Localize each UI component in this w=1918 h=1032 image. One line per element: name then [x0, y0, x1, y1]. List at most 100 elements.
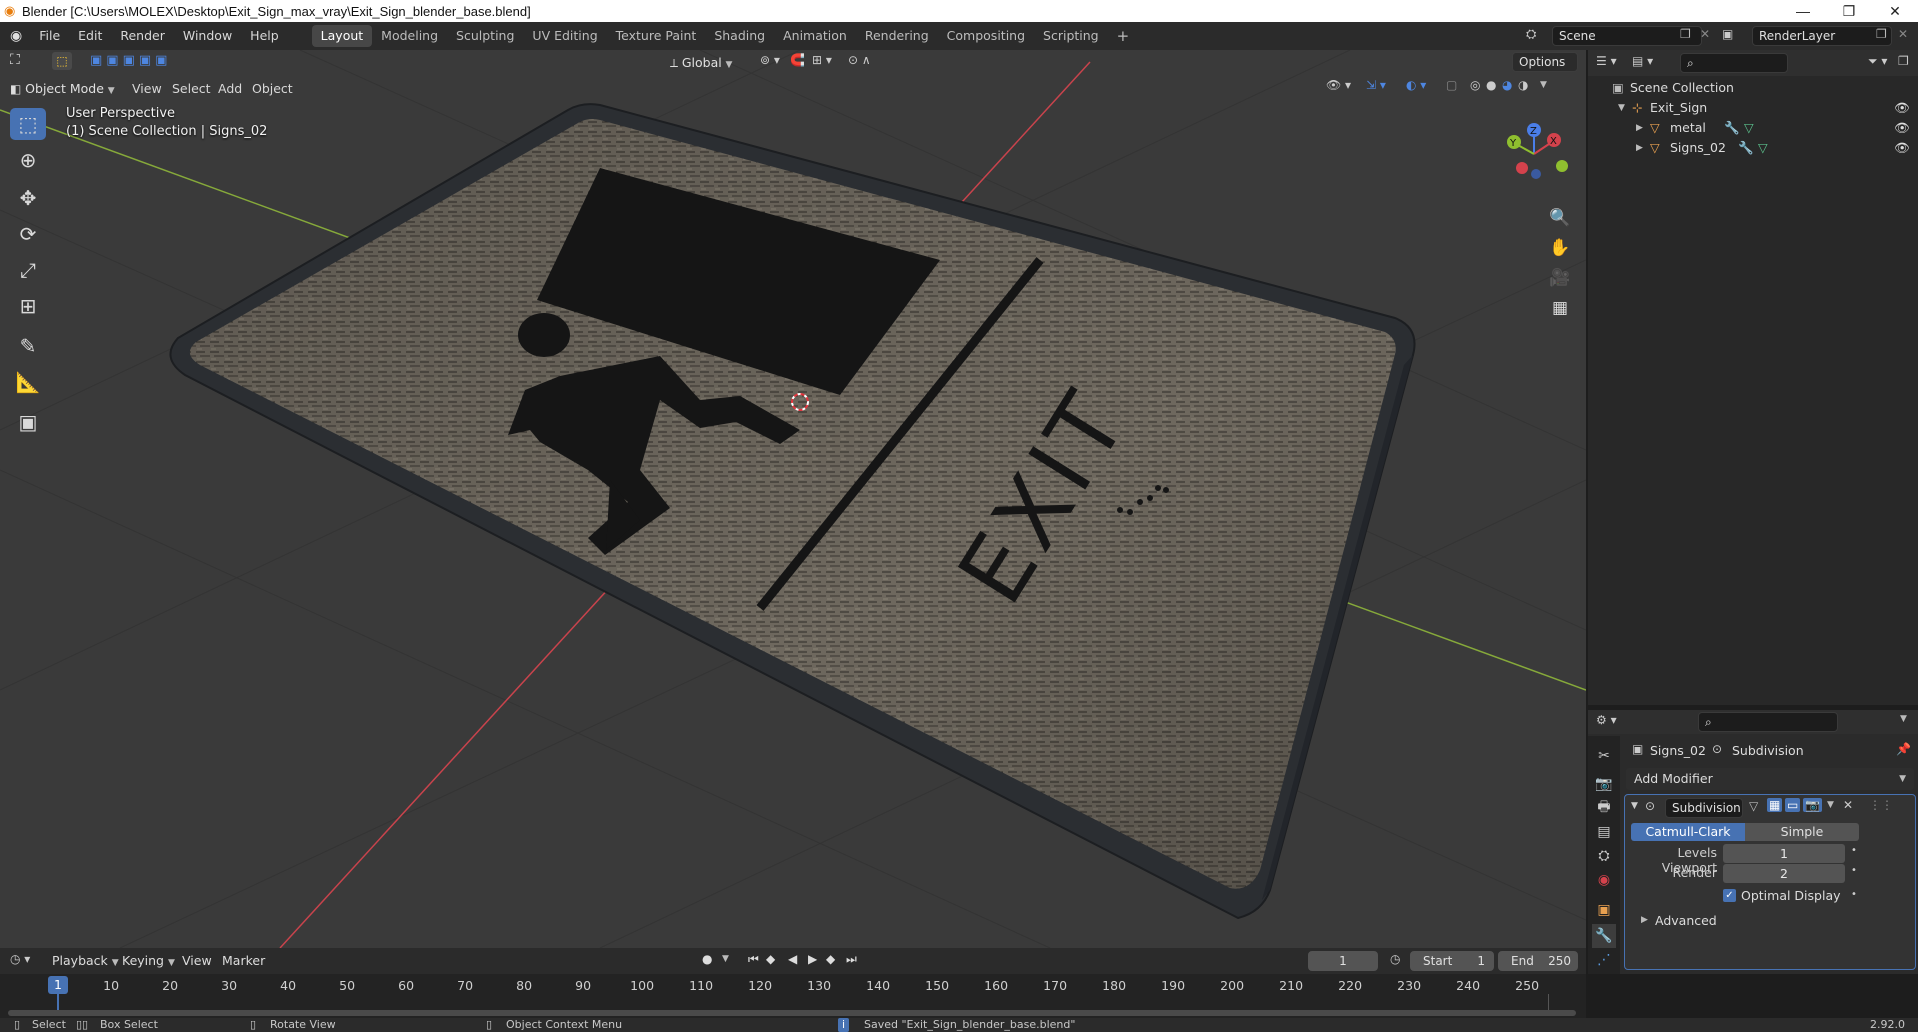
- add-modifier-dropdown[interactable]: Add Modifier ▼: [1626, 768, 1914, 790]
- annotate-icon[interactable]: ✎: [10, 330, 46, 362]
- timeline-menu-playback[interactable]: Playback ▼: [52, 953, 119, 968]
- preview-range-icon[interactable]: ◷: [1390, 952, 1400, 966]
- tab-animation[interactable]: Animation: [774, 25, 856, 47]
- tab-compositing[interactable]: Compositing: [938, 25, 1034, 47]
- modifier-tab-icon[interactable]: 🔧: [1592, 924, 1616, 948]
- mesh-data-icon[interactable]: ▽: [1744, 118, 1754, 138]
- restore-icon[interactable]: ❐: [1826, 0, 1872, 22]
- mesh-data-icon[interactable]: ▽: [1758, 138, 1768, 158]
- expand-down-icon[interactable]: ▼: [1618, 98, 1625, 118]
- viewport-scene[interactable]: EXIT: [0, 50, 1586, 948]
- outliner-search-input[interactable]: ⌕: [1680, 53, 1788, 73]
- scale-icon[interactable]: ⤢: [10, 254, 46, 286]
- status-message[interactable]: Saved "Exit_Sign_blender_base.blend": [864, 1018, 1075, 1032]
- modifier-wrench-icon[interactable]: 🔧: [1738, 138, 1754, 158]
- remove-modifier-icon[interactable]: ✕: [1843, 798, 1853, 812]
- menu-render[interactable]: Render: [111, 22, 174, 50]
- start-frame-field[interactable]: Start 1: [1410, 951, 1494, 971]
- modifier-name-field[interactable]: Subdivision: [1665, 798, 1743, 818]
- particles-tab-icon[interactable]: ⋰: [1592, 948, 1616, 972]
- outliner-row-scene-collection[interactable]: ▣ Scene Collection: [1588, 78, 1918, 98]
- tab-texture-paint[interactable]: Texture Paint: [607, 25, 706, 47]
- current-frame-field[interactable]: 1: [1308, 951, 1378, 971]
- timeline-editor-type-icon[interactable]: ◷ ▾: [10, 952, 30, 966]
- tab-uv-editing[interactable]: UV Editing: [523, 25, 606, 47]
- timeline-menu-view[interactable]: View: [182, 953, 212, 968]
- tab-rendering[interactable]: Rendering: [856, 25, 938, 47]
- delete-view-layer-icon[interactable]: ✕: [1898, 27, 1908, 41]
- timeline-scrollbar[interactable]: [8, 1010, 1576, 1016]
- properties-options-chevron-icon[interactable]: ▼: [1900, 714, 1907, 724]
- 3d-viewport[interactable]: EXIT ⛶ ⬚ ▣▣▣▣▣ ◧ Object Mode ▼ View Sele…: [0, 50, 1586, 948]
- cursor-icon[interactable]: ⊕: [10, 144, 46, 176]
- pivot-point-icon[interactable]: ⊚ ▾: [760, 53, 780, 67]
- viewport-menu-object[interactable]: Object: [252, 78, 293, 100]
- object-mode-dropdown[interactable]: ◧ Object Mode ▼: [10, 78, 115, 100]
- transform-icon[interactable]: ⊞: [10, 290, 46, 322]
- next-keyframe-icon[interactable]: ◆: [826, 952, 835, 966]
- camera-view-icon[interactable]: 🎥: [1546, 264, 1574, 292]
- prev-keyframe-icon[interactable]: ◆: [766, 952, 775, 966]
- animate-property-icon[interactable]: •: [1851, 889, 1857, 900]
- gizmo-toggle-icon[interactable]: ⇲ ▾: [1366, 78, 1386, 92]
- expand-right-icon[interactable]: ▶: [1636, 118, 1643, 138]
- outliner-row-signs-02[interactable]: ▶ ▽ Signs_02 🔧 ▽ 👁: [1588, 138, 1918, 158]
- options-dropdown[interactable]: Options: [1512, 52, 1578, 72]
- outliner-editor-type-icon[interactable]: ☰ ▾: [1596, 54, 1617, 68]
- visibility-icon[interactable]: 👁 ▾: [1326, 78, 1351, 92]
- new-scene-icon[interactable]: ❐: [1680, 27, 1691, 41]
- pan-hand-icon[interactable]: ✋: [1546, 234, 1574, 262]
- viewport-menu-select[interactable]: Select: [172, 78, 211, 100]
- tab-scripting[interactable]: Scripting: [1034, 25, 1108, 47]
- measure-icon[interactable]: 📐: [10, 366, 46, 398]
- cage-toggle-icon[interactable]: ▦: [1767, 798, 1783, 812]
- menu-window[interactable]: Window: [174, 22, 241, 50]
- advanced-subpanel-label[interactable]: Advanced: [1655, 913, 1717, 928]
- timeline-menu-marker[interactable]: Marker: [222, 953, 265, 968]
- animate-property-icon[interactable]: •: [1851, 845, 1857, 856]
- ortho-grid-icon[interactable]: ▦: [1546, 294, 1574, 322]
- play-reverse-icon[interactable]: ◀: [788, 952, 797, 966]
- close-icon[interactable]: ✕: [1872, 0, 1918, 22]
- shading-material-icon[interactable]: ◕: [1502, 78, 1512, 92]
- expand-right-icon[interactable]: ▶: [1636, 138, 1643, 158]
- new-view-layer-icon[interactable]: ❐: [1876, 27, 1887, 41]
- timeline-menu-keying[interactable]: Keying ▼: [122, 953, 175, 968]
- eye-visibility-icon[interactable]: 👁: [1894, 98, 1910, 118]
- timeline-body[interactable]: 10 20 30 40 50 60 70 80 90 100 110 120 130 140 150 160 1…: [0, 974, 1586, 1018]
- modifier-menu-chevron-icon[interactable]: ▼: [1827, 800, 1834, 810]
- edit-mode-toggle-icon[interactable]: ▽: [1749, 799, 1758, 813]
- shading-wireframe-icon[interactable]: ◎: [1470, 78, 1480, 92]
- minimize-icon[interactable]: —: [1780, 0, 1826, 22]
- snap-icon[interactable]: 🧲: [790, 53, 805, 67]
- proportional-edit-icon[interactable]: ⊙ ∧: [848, 53, 871, 67]
- playhead[interactable]: 1: [48, 976, 68, 994]
- properties-search-input[interactable]: ⌕: [1698, 712, 1838, 732]
- editor-type-icon[interactable]: ⛶: [10, 52, 20, 68]
- record-keyframe-icon[interactable]: ●: [702, 952, 712, 966]
- outliner-row-exit-sign[interactable]: ▼ ⊹ Exit_Sign 👁: [1588, 98, 1918, 118]
- scene-tab-icon[interactable]: ⛭: [1592, 844, 1616, 868]
- eye-visibility-icon[interactable]: 👁: [1894, 138, 1910, 158]
- properties-editor-type-icon[interactable]: ⚙ ▾: [1596, 713, 1617, 727]
- menu-edit[interactable]: Edit: [69, 22, 111, 50]
- snap-target-icon[interactable]: ⊞ ▾: [812, 53, 832, 67]
- shading-options-chevron-icon[interactable]: ▼: [1540, 80, 1547, 90]
- viewport-menu-view[interactable]: View: [132, 78, 162, 100]
- filter-icon[interactable]: ⏷ ▾: [1868, 54, 1887, 69]
- world-tab-icon[interactable]: ◉: [1592, 868, 1616, 892]
- eye-visibility-icon[interactable]: 👁: [1894, 118, 1910, 138]
- transform-orientation-dropdown[interactable]: ⟂ Global ▼: [670, 53, 732, 73]
- object-tab-icon[interactable]: ▣: [1592, 898, 1616, 922]
- tool-tab-icon[interactable]: ✂: [1592, 744, 1616, 768]
- viewport-toggle-icon[interactable]: ▭: [1785, 798, 1801, 812]
- render-levels-field[interactable]: 2: [1723, 864, 1845, 883]
- shading-rendered-icon[interactable]: ◑: [1518, 78, 1528, 92]
- add-workspace-button[interactable]: +: [1108, 25, 1139, 47]
- rotate-icon[interactable]: ⟳: [10, 218, 46, 250]
- navigation-gizmo[interactable]: Z X Y: [1496, 118, 1576, 198]
- animate-property-icon[interactable]: •: [1851, 865, 1857, 876]
- tool-select-mode-icon[interactable]: ⬚: [52, 52, 72, 70]
- optimal-display-checkbox[interactable]: ✓: [1723, 889, 1736, 902]
- select-box-icon[interactable]: ⬚: [10, 108, 46, 140]
